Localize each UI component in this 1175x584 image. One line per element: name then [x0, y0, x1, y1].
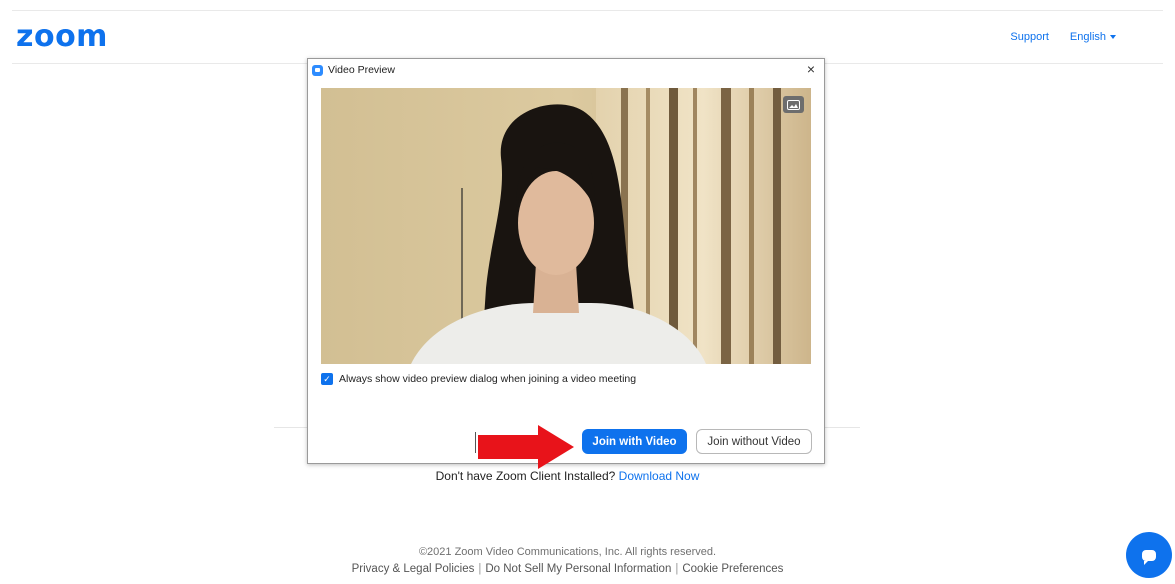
- download-now-link[interactable]: Download Now: [619, 469, 700, 483]
- cookie-preferences-link[interactable]: Cookie Preferences: [682, 563, 783, 575]
- annotation-tick: [475, 432, 476, 453]
- footer-separator: |: [478, 563, 482, 575]
- language-label: English: [1069, 31, 1106, 43]
- check-icon[interactable]: ✓: [321, 373, 333, 385]
- download-prompt-text: Don't have Zoom Client Installed?: [435, 469, 616, 483]
- caret-down-icon: [1110, 35, 1116, 40]
- video-preview: [321, 88, 811, 364]
- join-with-video-button[interactable]: Join with Video: [582, 429, 687, 454]
- video-preview-dialog: Video Preview × ✓ Always show video prev…: [307, 58, 825, 464]
- always-show-preview-label: Always show video preview dialog when jo…: [339, 373, 637, 385]
- header-nav: Support English: [1010, 31, 1116, 43]
- chat-bubble-icon: [1142, 549, 1156, 565]
- zoom-logo[interactable]: zoom: [16, 20, 108, 54]
- camera-feed-image: [321, 88, 811, 364]
- close-icon[interactable]: ×: [807, 62, 815, 76]
- dialog-title: Video Preview: [328, 64, 395, 76]
- dialog-titlebar: Video Preview: [312, 64, 395, 76]
- always-show-preview-row[interactable]: ✓ Always show video preview dialog when …: [321, 373, 636, 385]
- download-prompt-line: Don't have Zoom Client Installed? Downlo…: [0, 469, 1135, 483]
- language-selector[interactable]: English: [1070, 31, 1116, 43]
- zoom-app-icon: [312, 64, 323, 76]
- top-divider: [12, 10, 1163, 11]
- background-toggle-icon[interactable]: [783, 96, 804, 113]
- privacy-legal-link[interactable]: Privacy & Legal Policies: [352, 563, 475, 575]
- support-link[interactable]: Support: [1010, 31, 1049, 43]
- do-not-sell-link[interactable]: Do Not Sell My Personal Information: [485, 563, 671, 575]
- footer-separator: |: [675, 563, 679, 575]
- footer-links: Privacy & Legal Policies | Do Not Sell My …: [0, 563, 1135, 575]
- red-annotation-arrow: [478, 425, 574, 469]
- chat-support-button[interactable]: [1126, 532, 1172, 578]
- join-without-video-button[interactable]: Join without Video: [696, 429, 812, 454]
- footer-copyright: ©2021 Zoom Video Communications, Inc. Al…: [418, 546, 717, 558]
